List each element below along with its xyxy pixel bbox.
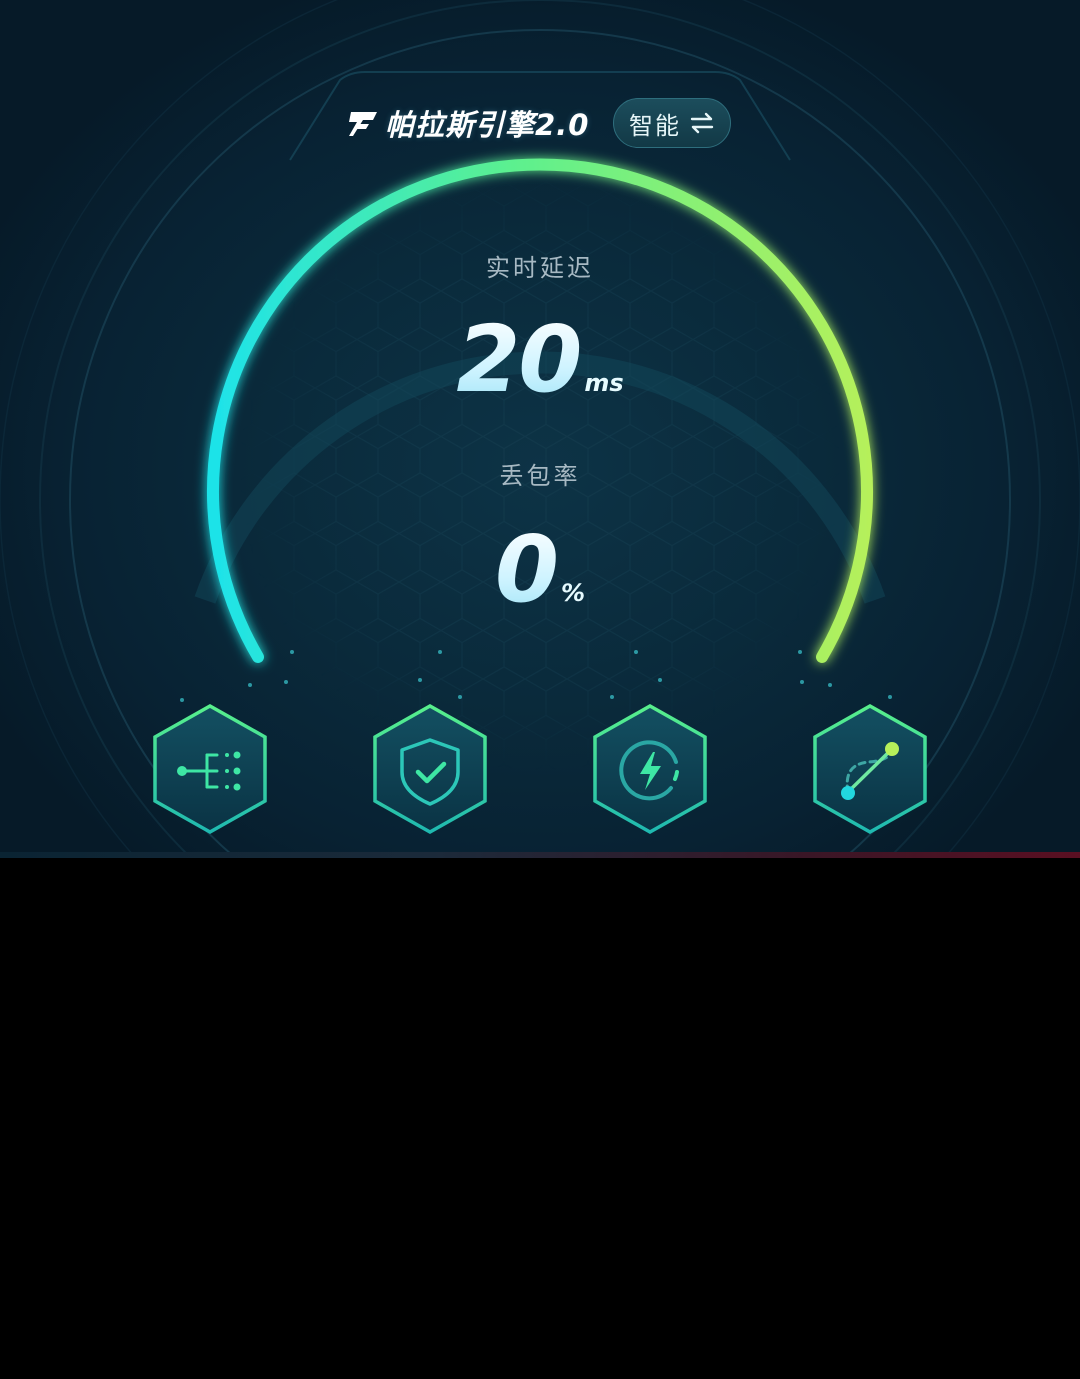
route-connect-button[interactable]: [805, 700, 935, 840]
panel-bottom-edge: [0, 852, 1080, 858]
app-screen: 帕拉斯引擎2.0 智能 实时延迟 20 ms 丢包率 0 %: [0, 0, 1080, 1379]
packet-loss-unit: %: [560, 579, 586, 607]
swap-arrows-icon: [690, 112, 714, 134]
latency-unit: ms: [584, 369, 624, 397]
network-split-button[interactable]: [145, 700, 275, 840]
brand-logo-icon: [349, 112, 377, 136]
latency-label: 实时延迟: [486, 254, 594, 282]
latency-readout: 20 ms: [340, 310, 740, 410]
security-shield-button[interactable]: [365, 700, 495, 840]
mode-switch-label: 智能: [629, 111, 681, 140]
packet-loss-label: 丢包率: [499, 462, 581, 490]
app-title-group: 帕拉斯引擎2.0: [345, 98, 589, 148]
accelerator-panel: 帕拉斯引擎2.0 智能 实时延迟 20 ms 丢包率 0 %: [0, 0, 1080, 858]
speed-boost-button[interactable]: [585, 700, 715, 840]
app-title: 帕拉斯引擎2.0: [385, 108, 590, 142]
latency-value: 20: [456, 306, 582, 413]
smart-mode-switch-button[interactable]: 智能: [613, 98, 731, 148]
packet-loss-readout: 0 %: [340, 520, 740, 620]
packet-loss-value: 0: [494, 516, 559, 623]
